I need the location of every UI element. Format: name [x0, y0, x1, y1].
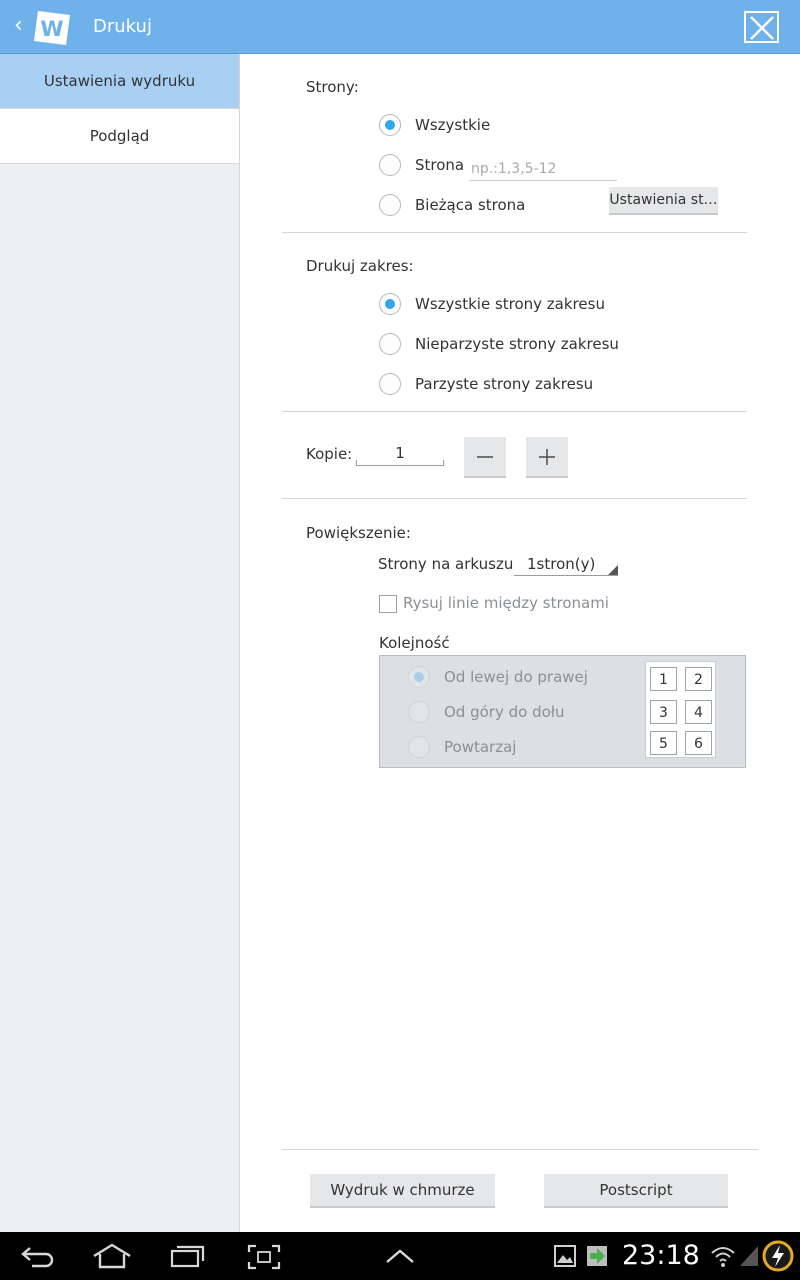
preview-cell: 5	[650, 731, 677, 755]
pages-per-sheet-value: 1stron(y)	[527, 555, 596, 573]
radio-even-range[interactable]	[379, 373, 401, 395]
up-arrow-icon[interactable]	[385, 1248, 415, 1264]
sidebar-item-preview[interactable]: Podgląd	[0, 109, 239, 164]
radio-top-to-bottom-label: Od góry do dołu	[444, 703, 565, 721]
app-logo-letter: W	[40, 17, 63, 41]
pages-per-sheet-select[interactable]: 1stron(y)	[514, 554, 618, 576]
radio-all-pages[interactable]	[379, 114, 401, 136]
page-title: Drukuj	[93, 16, 152, 37]
gallery-icon	[554, 1245, 576, 1267]
preview-cell: 4	[685, 700, 712, 724]
preview-cell: 2	[685, 667, 712, 691]
preview-cell: 3	[650, 700, 677, 724]
order-panel: Od lewej do prawej Od góry do dołu Powta…	[379, 655, 746, 768]
home-icon[interactable]	[92, 1243, 132, 1269]
radio-repeat[interactable]	[408, 736, 430, 758]
postscript-button[interactable]: Postscript	[544, 1174, 728, 1208]
radio-left-to-right-label: Od lewej do prawej	[444, 668, 588, 686]
radio-even-range-label: Parzyste strony zakresu	[415, 375, 594, 393]
cloud-print-button[interactable]: Wydruk w chmurze	[310, 1174, 495, 1208]
decrement-button[interactable]	[464, 437, 506, 478]
wifi-icon	[711, 1247, 735, 1267]
radio-all-range[interactable]	[379, 293, 401, 315]
settings-panel: Strony: Wszystkie Strona np.:1,3,5-12 Bi…	[241, 54, 800, 1232]
clock: 23:18	[622, 1240, 700, 1271]
draw-lines-checkbox[interactable]	[379, 595, 397, 613]
radio-all-range-label: Wszystkie strony zakresu	[415, 295, 605, 313]
page-settings-button[interactable]: Ustawienia st…	[609, 187, 718, 215]
zoom-section-label: Powiększenie:	[306, 524, 411, 542]
download-icon	[587, 1246, 607, 1266]
footer-divider	[282, 1149, 758, 1150]
pages-section-label: Strony:	[306, 78, 359, 96]
app-logo[interactable]: W	[32, 9, 72, 47]
radio-left-to-right[interactable]	[408, 666, 430, 688]
copies-input[interactable]: 1	[356, 441, 444, 466]
recent-apps-icon[interactable]	[170, 1244, 206, 1268]
close-button[interactable]	[744, 11, 779, 43]
radio-top-to-bottom[interactable]	[408, 701, 430, 723]
radio-page-label: Strona	[415, 156, 465, 174]
radio-odd-range[interactable]	[379, 333, 401, 355]
page-order-preview: 1 2 3 4 5 6	[645, 661, 716, 758]
increment-button[interactable]	[526, 437, 568, 478]
draw-lines-label: Rysuj linie między stronami	[403, 594, 609, 612]
range-section-label: Drukuj zakres:	[306, 257, 414, 275]
back-icon[interactable]	[20, 1244, 56, 1268]
order-label: Kolejność	[379, 634, 450, 652]
radio-repeat-label: Powtarzaj	[444, 738, 517, 756]
dropdown-triangle-icon	[608, 565, 618, 575]
page-range-input[interactable]: np.:1,3,5-12	[469, 157, 617, 181]
close-icon	[750, 16, 774, 40]
screenshot-icon[interactable]	[247, 1244, 281, 1270]
sidebar-item-print-settings[interactable]: Ustawienia wydruku	[0, 54, 239, 109]
copies-label: Kopie:	[306, 445, 353, 463]
divider	[282, 498, 747, 499]
plus-icon	[539, 449, 555, 465]
signal-icon	[740, 1246, 758, 1266]
preview-cell: 1	[650, 667, 677, 691]
divider	[282, 411, 747, 412]
battery-icon	[762, 1240, 794, 1272]
radio-current-page[interactable]	[379, 194, 401, 216]
top-bar: ‹ W Drukuj	[0, 0, 800, 54]
radio-all-pages-label: Wszystkie	[415, 116, 491, 134]
divider	[282, 232, 747, 233]
minus-icon	[477, 456, 493, 458]
radio-odd-range-label: Nieparzyste strony zakresu	[415, 335, 619, 353]
sidebar: Ustawienia wydruku Podgląd	[0, 54, 240, 1232]
back-chevron-icon[interactable]: ‹	[14, 14, 23, 38]
system-nav-bar: 23:18	[0, 1232, 800, 1280]
preview-cell: 6	[685, 731, 712, 755]
radio-current-page-label: Bieżąca strona	[415, 196, 526, 214]
pages-per-sheet-label: Strony na arkuszu	[378, 555, 514, 573]
radio-page[interactable]	[379, 154, 401, 176]
